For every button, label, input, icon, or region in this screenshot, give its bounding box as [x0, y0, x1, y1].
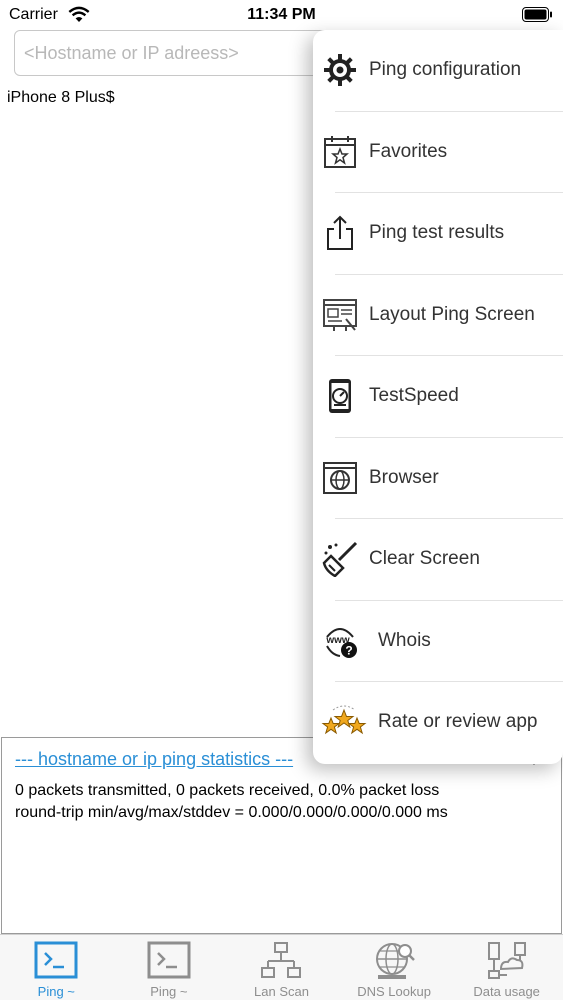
menu-item-label: Clear Screen [369, 548, 480, 569]
globe-icon [323, 461, 357, 494]
round-trip-summary-text: round-trip min/avg/max/stddev = 0.000/0.… [15, 804, 448, 821]
menu-item-layout-ping-screen[interactable]: Layout Ping Screen [313, 275, 563, 356]
network-icon [261, 942, 302, 978]
tab-label: Lan Scan [254, 984, 309, 999]
tab-ping-1[interactable]: Ping ~ [0, 935, 113, 1000]
options-menu: Ping configuration Favorites Ping test r… [313, 30, 563, 764]
menu-item-clear-screen[interactable]: Clear Screen [313, 519, 563, 601]
status-time: 11:34 PM [247, 6, 316, 23]
layout-icon [323, 298, 357, 331]
tab-ping-2[interactable]: Ping ~ [113, 935, 226, 1000]
tab-label: Ping ~ [150, 984, 188, 999]
ping-statistics-panel: --- hostname or ip ping statistics --- 0… [1, 737, 562, 934]
hostname-input[interactable] [14, 30, 334, 76]
menu-item-label: Browser [369, 466, 439, 488]
calendar-star-icon [324, 135, 356, 168]
menu-item-label: Rate or review app [378, 711, 538, 732]
menu-item-label: Ping test results [369, 222, 505, 243]
menu-item-label: Layout Ping Screen [369, 303, 535, 325]
dns-globe-icon [376, 943, 415, 979]
speedometer-icon [329, 379, 351, 413]
status-bar: Carrier 11:34 PM [0, 0, 563, 30]
tab-bar: Ping ~ Ping ~ Lan Scan DNS Lookup Data u… [0, 934, 563, 1000]
menu-item-label: TestSpeed [369, 385, 459, 406]
menu-item-label: Favorites [369, 140, 448, 162]
menu-item-label: Whois [378, 629, 431, 651]
menu-item-rate-review[interactable]: Rate or review app [313, 682, 563, 764]
terminal-icon [147, 941, 191, 979]
menu-item-ping-configuration[interactable]: Ping configuration [313, 30, 563, 112]
stars-icon [321, 705, 367, 735]
packets-summary-text: 0 packets transmitted, 0 packets receive… [15, 782, 440, 799]
share-icon [327, 215, 353, 250]
menu-item-favorites[interactable]: Favorites [313, 112, 563, 193]
www-question-icon: www ? [325, 627, 357, 658]
tab-label: DNS Lookup [357, 984, 431, 999]
tab-lan-scan[interactable]: Lan Scan [225, 935, 338, 1000]
device-name-label: iPhone 8 Plus$ [7, 89, 115, 106]
tab-label: Data usage [473, 984, 540, 999]
tab-label: Ping ~ [37, 984, 75, 999]
tab-data-usage[interactable]: Data usage [450, 935, 563, 1000]
menu-item-whois[interactable]: www ? Whois [313, 601, 563, 682]
terminal-icon [34, 941, 78, 979]
gear-icon [324, 54, 356, 86]
tab-dns-lookup[interactable]: DNS Lookup [338, 935, 451, 1000]
menu-item-testspeed[interactable]: TestSpeed [313, 356, 563, 438]
menu-item-ping-test-results[interactable]: Ping test results [313, 193, 563, 275]
broom-icon [322, 541, 358, 577]
battery-icon [522, 7, 552, 22]
menu-item-browser[interactable]: Browser [313, 438, 563, 519]
menu-item-label: Ping configuration [369, 59, 522, 80]
svg-text:?: ? [345, 643, 352, 657]
ping-statistics-header-link[interactable]: --- hostname or ip ping statistics --- [15, 749, 293, 770]
data-usage-icon [487, 942, 526, 979]
